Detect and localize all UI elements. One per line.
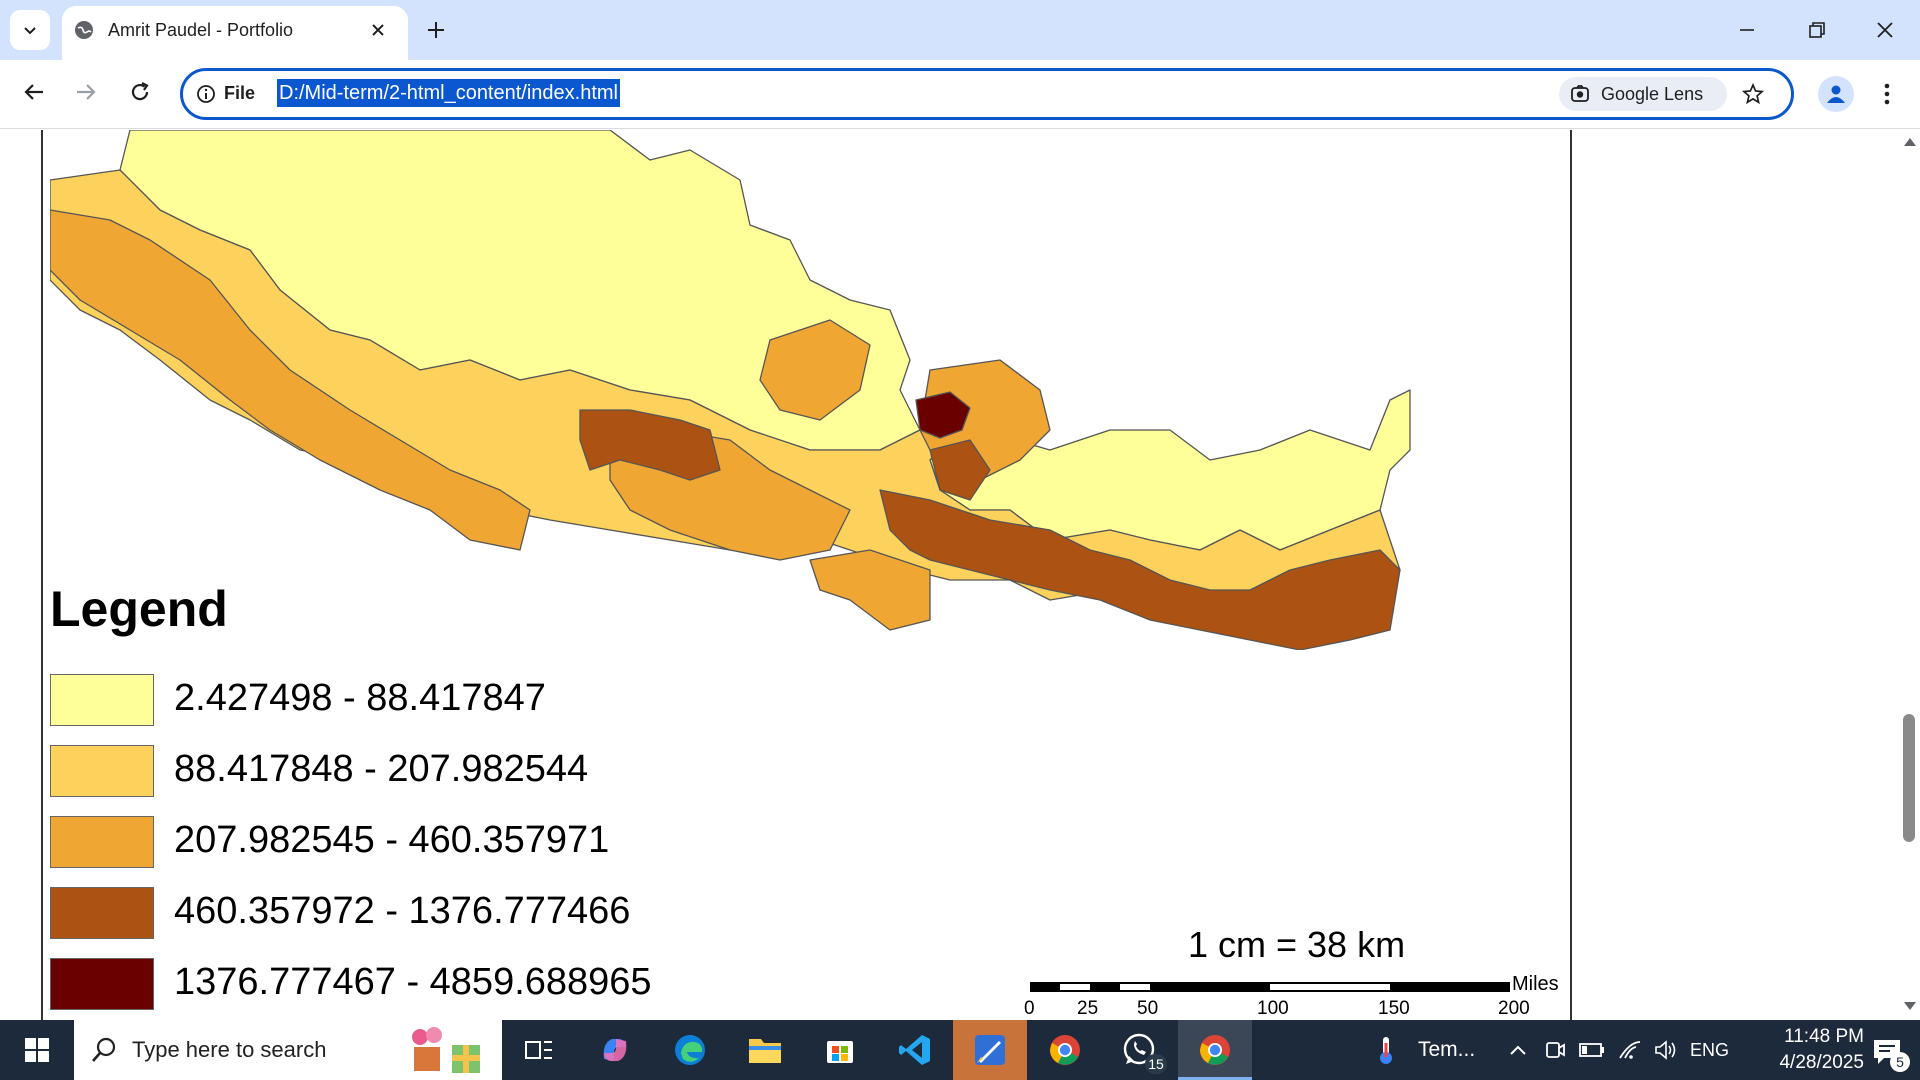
- close-window-icon[interactable]: [1860, 8, 1910, 52]
- forward-icon[interactable]: [66, 72, 106, 112]
- legend-label: 207.982545 - 460.357971: [174, 819, 610, 861]
- taskbar-search-box[interactable]: Type here to search: [74, 1020, 502, 1080]
- search-icon: [90, 1036, 118, 1064]
- scale-text: 1 cm = 38 km: [1188, 924, 1406, 965]
- scale-tick-label: 50: [1137, 998, 1159, 1019]
- task-view-icon[interactable]: [502, 1020, 576, 1080]
- scale-tick-label: 150: [1378, 998, 1410, 1019]
- legend-item: 1376.777467 - 4859.688965: [50, 958, 810, 1018]
- notification-count-badge: 5: [1890, 1052, 1910, 1072]
- scale-bar-segment-3: [1270, 984, 1390, 990]
- legend-item: 207.982545 - 460.357971: [50, 816, 810, 876]
- site-info-label[interactable]: File: [224, 83, 255, 104]
- google-lens-label: Google Lens: [1601, 84, 1704, 104]
- scale-unit: Miles: [1512, 973, 1559, 995]
- google-lens-icon: [1569, 83, 1591, 105]
- legend-swatch: [50, 816, 154, 868]
- tab-active[interactable]: Amrit Paudel - Portfolio: [62, 6, 408, 60]
- microsoft-store-icon[interactable]: [803, 1020, 877, 1080]
- search-highlight-gifts-icon: [404, 1024, 488, 1076]
- scale-tick-label: 200: [1498, 998, 1530, 1019]
- google-lens-button[interactable]: Google Lens: [1559, 77, 1727, 111]
- back-icon[interactable]: [14, 72, 54, 112]
- language-indicator[interactable]: ENG: [1690, 1040, 1729, 1061]
- bookmark-star-icon[interactable]: [1739, 80, 1767, 108]
- whatsapp-icon[interactable]: 15: [1103, 1020, 1177, 1080]
- scale-tick-label: 100: [1257, 998, 1289, 1019]
- legend-swatch: [50, 674, 154, 726]
- scroll-down-icon[interactable]: [1900, 998, 1920, 1014]
- windows-start-icon[interactable]: [0, 1020, 74, 1080]
- tab-title: Amrit Paudel - Portfolio: [108, 20, 294, 40]
- tab-close-icon[interactable]: [366, 18, 390, 42]
- whatsapp-badge: 15: [1145, 1054, 1167, 1074]
- edge-icon[interactable]: [653, 1020, 727, 1080]
- url-text[interactable]: D:/Mid-term/2-html_content/index.html: [277, 79, 621, 107]
- legend-label: 2.427498 - 88.417847: [174, 677, 546, 719]
- scale-bar: [1030, 982, 1510, 992]
- thermometer-icon[interactable]: [1374, 1034, 1398, 1066]
- map-legend: Legend 2.427498 - 88.417847 88.417848 - 2…: [50, 580, 830, 1020]
- scale-bar-segment-1: [1060, 984, 1090, 990]
- chrome-icon[interactable]: [1028, 1020, 1102, 1080]
- address-bar[interactable]: File D:/Mid-term/2-html_content/index.ht…: [180, 68, 1794, 120]
- scroll-up-icon[interactable]: [1900, 134, 1920, 150]
- scale-tick-label: 25: [1077, 998, 1099, 1019]
- file-explorer-icon[interactable]: [728, 1020, 802, 1080]
- copilot-icon[interactable]: [578, 1020, 652, 1080]
- tray-chevron-up-icon[interactable]: [1506, 1038, 1530, 1062]
- legend-item: 88.417848 - 207.982544: [50, 745, 810, 805]
- legend-label: 460.357972 - 1376.777466: [174, 890, 631, 932]
- legend-label: 1376.777467 - 4859.688965: [174, 961, 652, 1003]
- chrome-active-icon[interactable]: [1178, 1020, 1252, 1080]
- nepal-district-map: [50, 130, 1411, 650]
- legend-item: 460.357972 - 1376.777466: [50, 887, 810, 947]
- weather-label[interactable]: Tem...: [1418, 1038, 1475, 1062]
- frame-left-border: [41, 130, 43, 1020]
- paint-app-icon[interactable]: [953, 1020, 1027, 1080]
- clock-time: 11:48 PM: [1784, 1026, 1864, 1047]
- restore-icon[interactable]: [1792, 8, 1842, 52]
- tab-search-chevron-icon[interactable]: [10, 10, 50, 50]
- vscode-icon[interactable]: [878, 1020, 952, 1080]
- legend-label: 88.417848 - 207.982544: [174, 748, 589, 790]
- meet-now-icon[interactable]: [1542, 1038, 1568, 1062]
- taskbar-search-placeholder: Type here to search: [132, 1037, 327, 1062]
- wifi-icon[interactable]: [1616, 1036, 1644, 1064]
- menu-kebab-icon[interactable]: [1872, 76, 1902, 112]
- scrollbar-track[interactable]: [1900, 130, 1920, 1020]
- notification-center-icon[interactable]: 5: [1864, 1032, 1910, 1072]
- minimize-icon[interactable]: [1722, 8, 1772, 52]
- page-content: Legend 2.427498 - 88.417847 88.417848 - 2…: [0, 130, 1920, 1020]
- new-tab-icon[interactable]: [418, 12, 454, 48]
- legend-swatch: [50, 745, 154, 797]
- scrollbar-thumb[interactable]: [1903, 714, 1915, 842]
- legend-swatch: [50, 887, 154, 939]
- windows-taskbar: Type here to search 15 Tem... ENG 11:48 …: [0, 1020, 1920, 1080]
- site-info-icon[interactable]: [195, 83, 217, 105]
- battery-icon[interactable]: [1578, 1038, 1606, 1062]
- clock[interactable]: 11:48 PM 4/28/2025: [1738, 1024, 1864, 1076]
- profile-avatar-icon[interactable]: [1818, 76, 1854, 112]
- tab-strip: Amrit Paudel - Portfolio: [0, 0, 1920, 60]
- globe-icon: [72, 18, 96, 42]
- legend-title: Legend: [50, 581, 228, 637]
- clock-date: 4/28/2025: [1779, 1052, 1864, 1073]
- frame-right-border: [1570, 130, 1572, 1020]
- reload-icon[interactable]: [120, 72, 160, 112]
- scale-tick-label: 0: [1024, 998, 1035, 1019]
- scale-bar-segment-2: [1120, 984, 1150, 990]
- legend-item: 2.427498 - 88.417847: [50, 674, 810, 734]
- volume-icon[interactable]: [1652, 1036, 1680, 1064]
- legend-swatch: [50, 958, 154, 1010]
